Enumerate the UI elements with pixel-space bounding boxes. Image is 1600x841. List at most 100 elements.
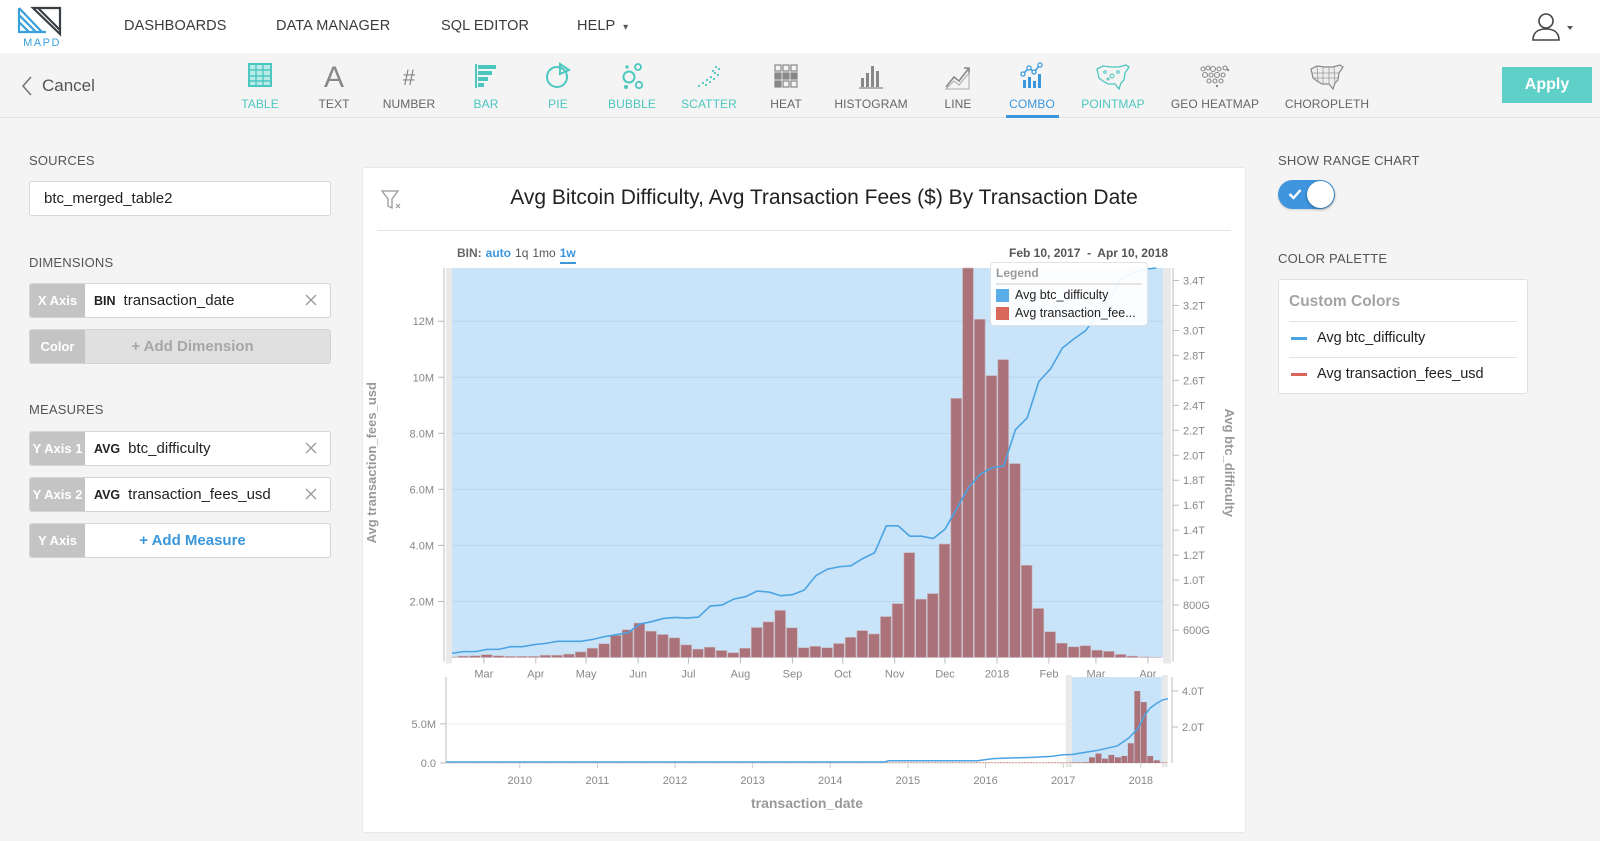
fee-bar bbox=[762, 621, 775, 658]
y-right-tick-label: 2.4T bbox=[1183, 400, 1205, 412]
measure-y-axis-2[interactable]: Y Axis 2 AVG transaction_fees_usd bbox=[29, 477, 331, 512]
number-icon: # bbox=[403, 65, 416, 90]
fee-bar bbox=[610, 635, 622, 658]
bin-aggregate[interactable]: BIN bbox=[94, 294, 116, 308]
add-dimension-label[interactable]: + Add Dimension bbox=[85, 330, 330, 363]
palette-item-transaction-fees[interactable]: Avg transaction_fees_usd bbox=[1291, 366, 1484, 382]
fee-bar bbox=[1103, 651, 1115, 658]
fee-bar bbox=[715, 650, 728, 658]
x-tick-label: Apr bbox=[527, 669, 544, 681]
chart-type-pointmap[interactable]: POINTMAP bbox=[1058, 61, 1168, 111]
cancel-button[interactable]: Cancel bbox=[20, 73, 95, 99]
show-range-chart-toggle[interactable] bbox=[1278, 180, 1335, 209]
palette-title[interactable]: Custom Colors bbox=[1289, 293, 1400, 311]
fee-bar bbox=[551, 654, 563, 658]
brush-handle-left bbox=[446, 268, 452, 664]
measure-y-axis-1[interactable]: Y Axis 1 AVG btc_difficulty bbox=[29, 431, 331, 466]
fee-bar bbox=[821, 647, 833, 658]
x-tick-label: May bbox=[576, 669, 597, 681]
nav-sql-editor[interactable]: SQL EDITOR bbox=[441, 18, 529, 34]
user-menu[interactable] bbox=[1530, 12, 1578, 42]
chart-type-choropleth[interactable]: CHOROPLETH bbox=[1272, 61, 1382, 111]
caret-down-icon bbox=[1567, 26, 1573, 30]
y-right-tick-label: 3.4T bbox=[1183, 275, 1205, 287]
chart-type-label: CHOROPLETH bbox=[1284, 97, 1370, 111]
fee-bar bbox=[985, 375, 998, 658]
y-right-tick-label: 1.8T bbox=[1183, 475, 1205, 487]
y-right-tick-label: 2.8T bbox=[1183, 350, 1205, 362]
x-tick-label: Nov bbox=[885, 669, 905, 681]
user-icon bbox=[1532, 13, 1573, 41]
fee-bar bbox=[1009, 463, 1021, 658]
range-x-tick-label: 2015 bbox=[896, 775, 920, 787]
plot-area bbox=[452, 268, 1163, 658]
range-fee-bar bbox=[1082, 762, 1089, 763]
apply-button[interactable]: Apply bbox=[1502, 67, 1592, 103]
fee-bar bbox=[633, 622, 645, 658]
remove-measure-icon[interactable] bbox=[302, 485, 320, 503]
top-nav: MAPD DASHBOARDS DATA MANAGER SQL EDITOR … bbox=[0, 0, 1600, 53]
x-tick-label: Feb bbox=[1039, 669, 1058, 681]
range-fee-bar bbox=[1108, 754, 1115, 763]
source-select[interactable]: btc_merged_table2 bbox=[29, 181, 331, 216]
pointmap-icon bbox=[1096, 64, 1130, 91]
nav-data-manager[interactable]: DATA MANAGER bbox=[276, 18, 390, 34]
svg-text:MAPD: MAPD bbox=[23, 37, 61, 48]
legend-item-btc-difficulty[interactable]: Avg btc_difficulty bbox=[996, 288, 1108, 302]
y-right-tick-label: 1.4T bbox=[1183, 525, 1205, 537]
avg-aggregate[interactable]: AVG bbox=[94, 488, 120, 502]
show-range-chart-label: SHOW RANGE CHART bbox=[1278, 153, 1420, 168]
y-right-tick-label: 1.2T bbox=[1183, 550, 1205, 562]
color-palette: Custom Colors Avg btc_difficulty Avg tra… bbox=[1278, 279, 1528, 394]
chart-card: Avg Bitcoin Difficulty, Avg Transaction … bbox=[363, 168, 1245, 832]
svg-text:A: A bbox=[324, 61, 344, 91]
avg-aggregate[interactable]: AVG bbox=[94, 442, 120, 456]
x-tick-label: Aug bbox=[731, 669, 751, 681]
chart-type-label: GEO HEATMAP bbox=[1170, 97, 1260, 111]
nav-help[interactable]: HELP ▾ bbox=[577, 18, 628, 34]
y-right-axis-title: Avg btc_difficulty bbox=[1222, 408, 1237, 517]
range-x-tick-label: 2018 bbox=[1129, 775, 1153, 787]
add-measure-field[interactable]: Y Axis + Add Measure bbox=[29, 523, 331, 558]
fee-bar bbox=[527, 656, 540, 658]
caret-down-icon: ▾ bbox=[623, 22, 629, 33]
svg-text:#: # bbox=[403, 65, 416, 90]
add-dimension-field[interactable]: Color + Add Dimension bbox=[29, 329, 331, 364]
text-icon: A bbox=[324, 61, 344, 91]
table-icon bbox=[248, 63, 272, 87]
range-y-right-tick-label: 2.0T bbox=[1182, 722, 1204, 734]
add-measure-label[interactable]: + Add Measure bbox=[85, 524, 330, 557]
y-right-tick-label: 2.2T bbox=[1183, 425, 1205, 437]
legend-item-label: Avg transaction_fee... bbox=[1015, 306, 1136, 320]
nav-dashboards[interactable]: DASHBOARDS bbox=[124, 18, 227, 34]
dimension-x-axis[interactable]: X Axis BIN transaction_date bbox=[29, 283, 331, 318]
fee-bar bbox=[868, 633, 880, 658]
range-brush-handle-left bbox=[1065, 675, 1072, 767]
fee-bar bbox=[1021, 565, 1033, 658]
y-axis-tag: Y Axis bbox=[30, 524, 85, 557]
x-tick-label: Dec bbox=[935, 669, 955, 681]
fee-bar bbox=[844, 637, 857, 658]
fee-bar bbox=[574, 651, 587, 658]
fee-bar bbox=[1044, 631, 1056, 658]
fee-bar bbox=[786, 627, 798, 658]
legend-item-transaction-fees[interactable]: Avg transaction_fee... bbox=[996, 306, 1136, 320]
y-right-tick-label: 3.2T bbox=[1183, 300, 1205, 312]
remove-measure-icon[interactable] bbox=[302, 439, 320, 457]
y-right-tick-label: 1.0T bbox=[1183, 575, 1205, 587]
chart-type-geo-heatmap[interactable]: GEO HEATMAP bbox=[1160, 61, 1270, 111]
palette-divider bbox=[1289, 321, 1517, 322]
fee-bar bbox=[1091, 649, 1103, 658]
fee-bar bbox=[469, 655, 481, 658]
mapd-logo[interactable]: MAPD bbox=[16, 4, 68, 49]
y-right-tick-label: 2.6T bbox=[1183, 375, 1205, 387]
palette-item-btc-difficulty[interactable]: Avg btc_difficulty bbox=[1291, 330, 1425, 346]
dimension-field-name[interactable]: transaction_date bbox=[124, 292, 235, 309]
line-icon bbox=[944, 67, 970, 90]
toggle-knob bbox=[1307, 181, 1334, 208]
measure-field-name[interactable]: btc_difficulty bbox=[128, 440, 210, 457]
fee-bar bbox=[539, 654, 552, 658]
x-axis-tag: X Axis bbox=[30, 284, 85, 317]
remove-dimension-icon[interactable] bbox=[302, 291, 320, 309]
measure-field-name[interactable]: transaction_fees_usd bbox=[128, 486, 271, 503]
